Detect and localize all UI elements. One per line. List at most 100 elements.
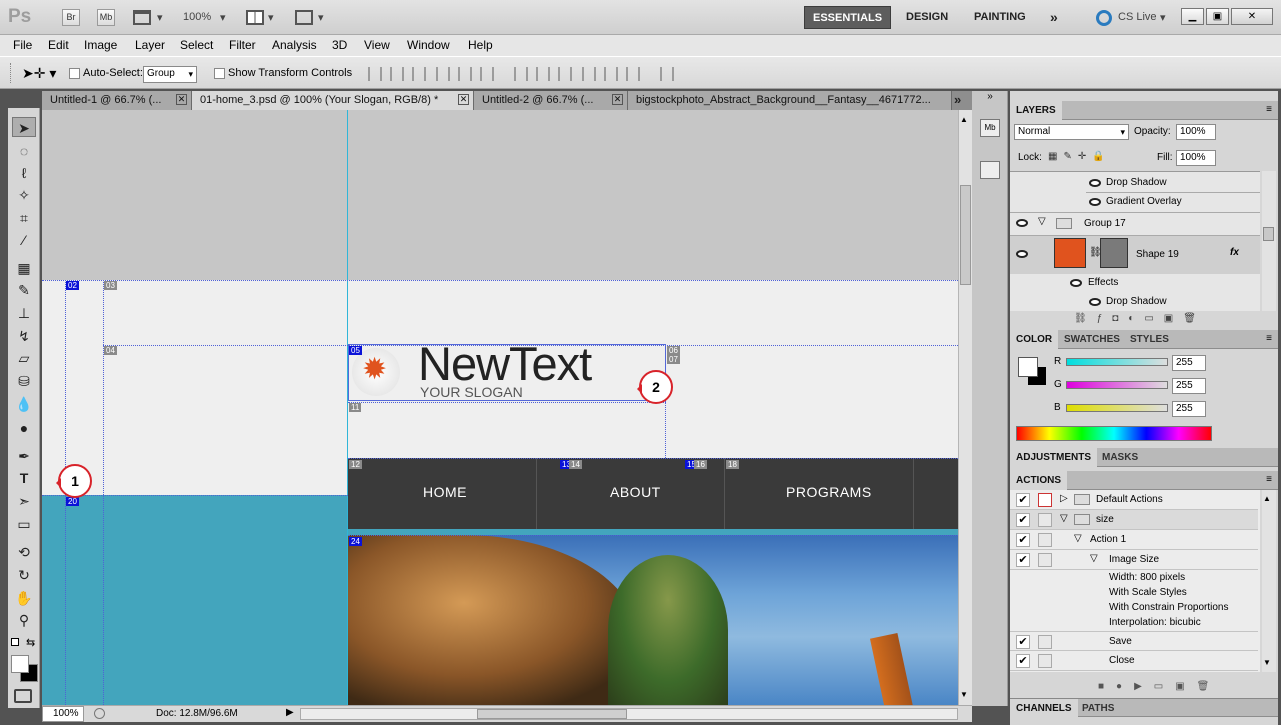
arrange-chevron-icon[interactable]: ▾: [268, 11, 274, 24]
marquee-tool-icon[interactable]: ◌: [12, 141, 36, 161]
align-vcenter-icon[interactable]: [390, 67, 404, 81]
action-row[interactable]: ✔ ▽ size: [1010, 510, 1258, 530]
cs-live-chevron-icon[interactable]: ▾: [1160, 11, 1166, 24]
type-tool-icon[interactable]: T: [12, 468, 36, 488]
eraser-tool-icon[interactable]: ▱: [12, 348, 36, 368]
channel-r-slider[interactable]: [1066, 358, 1168, 366]
healing-tool-icon[interactable]: ▦: [12, 258, 36, 278]
scroll-up-icon[interactable]: ▲: [1263, 494, 1271, 503]
slice-badge[interactable]: 20: [66, 497, 79, 506]
layers-scroll-thumb[interactable]: [1263, 227, 1274, 241]
fill-input[interactable]: 100%: [1176, 150, 1216, 166]
group-expand-icon[interactable]: ▽: [1038, 216, 1046, 227]
panel-menu-icon[interactable]: ≡: [1266, 104, 1272, 115]
channel-r-value[interactable]: 255: [1172, 355, 1206, 371]
path-selection-tool-icon[interactable]: ➣: [12, 491, 36, 511]
screen-mode-chevron-icon[interactable]: ▾: [318, 11, 324, 24]
dock-expand-icon[interactable]: »: [976, 91, 1004, 102]
align-left-icon[interactable]: [436, 67, 450, 81]
tab-masks[interactable]: MASKS: [1096, 448, 1144, 467]
action-dialog-toggle[interactable]: [1038, 654, 1052, 668]
horizontal-scrollbar[interactable]: [300, 708, 958, 720]
close-tab-icon[interactable]: ✕: [458, 94, 469, 105]
align-top-icon[interactable]: [368, 67, 382, 81]
workspace-essentials[interactable]: ESSENTIALS: [804, 6, 892, 29]
blend-mode-select[interactable]: Normal ▾: [1014, 124, 1129, 140]
dodge-tool-icon[interactable]: ●: [12, 418, 36, 438]
foreground-color-swatch[interactable]: [11, 655, 29, 673]
distribute-bottom-icon[interactable]: [558, 67, 572, 81]
expand-icon[interactable]: ▷: [1060, 493, 1068, 504]
slice-badge[interactable]: 11: [349, 403, 362, 412]
menu-select[interactable]: Select: [180, 38, 213, 52]
align-bottom-icon[interactable]: [412, 67, 426, 81]
distribute-vcenter-icon[interactable]: [536, 67, 550, 81]
action-enabled-check[interactable]: ✔: [1016, 513, 1030, 527]
clone-stamp-tool-icon[interactable]: ⊥: [12, 303, 36, 323]
eye-icon[interactable]: [1089, 298, 1101, 306]
slice-badge[interactable]: 07: [667, 355, 680, 364]
action-row[interactable]: ✔ Save: [1010, 631, 1258, 651]
eye-icon[interactable]: [1016, 219, 1028, 227]
color-spectrum-bar[interactable]: [1016, 426, 1212, 441]
eye-icon[interactable]: [1089, 179, 1101, 187]
collapse-icon[interactable]: ▽: [1060, 513, 1068, 524]
action-enabled-check[interactable]: ✔: [1016, 553, 1030, 567]
more-workspaces-icon[interactable]: »: [1042, 6, 1066, 29]
layer-effect-drop-shadow[interactable]: Drop Shadow: [1106, 177, 1167, 188]
tab-untitled-1[interactable]: Untitled-1 @ 66.7% (... ✕: [42, 91, 192, 110]
brush-tool-icon[interactable]: ✎: [12, 280, 36, 300]
move-tool-icon[interactable]: ➤: [12, 117, 36, 137]
action-dialog-toggle[interactable]: [1038, 533, 1052, 547]
menu-filter[interactable]: Filter: [229, 38, 256, 52]
mini-bridge-button[interactable]: Mb: [97, 9, 115, 26]
actions-scrollbar[interactable]: ▲ ▼: [1262, 490, 1276, 672]
cs-live-icon[interactable]: [1096, 10, 1112, 26]
status-info-icon[interactable]: [94, 708, 105, 719]
menu-edit[interactable]: Edit: [48, 38, 69, 52]
nav-home[interactable]: HOME: [423, 484, 467, 500]
slice-badge[interactable]: 24: [349, 537, 362, 546]
action-enabled-check[interactable]: ✔: [1016, 493, 1030, 507]
paint-bucket-tool-icon[interactable]: ⛁: [12, 371, 36, 391]
layers-footer-icons[interactable]: ⛓ƒ◘◐▭▣🗑: [1074, 313, 1206, 324]
rectangle-tool-icon[interactable]: ▭: [12, 514, 36, 534]
slice-badge[interactable]: 14: [569, 460, 582, 469]
move-tool-preset-icon[interactable]: ➤✛ ▾: [22, 65, 56, 82]
status-menu-icon[interactable]: ▶: [286, 707, 294, 718]
tab-untitled-2[interactable]: Untitled-2 @ 66.7% (... ✕: [474, 91, 628, 110]
slice-badge[interactable]: 05: [349, 346, 362, 355]
blur-tool-icon[interactable]: 💧: [12, 394, 36, 414]
actions-footer-icons[interactable]: ■●▶▭▣🗑: [1098, 681, 1221, 692]
layer-effect-gradient-overlay[interactable]: Gradient Overlay: [1106, 196, 1182, 207]
cs-live-label[interactable]: CS Live: [1118, 11, 1157, 23]
close-tab-icon[interactable]: ✕: [176, 94, 187, 105]
distribute-hcenter-icon[interactable]: [604, 67, 618, 81]
tab-swatches[interactable]: SWATCHES: [1058, 330, 1126, 349]
slice-badge[interactable]: 02: [66, 281, 79, 290]
zoom-tool-icon[interactable]: ⚲: [12, 610, 36, 630]
vertical-scrollbar[interactable]: ▲ ▼: [958, 110, 972, 705]
channel-g-slider[interactable]: [1066, 381, 1168, 389]
distribute-left-icon[interactable]: [582, 67, 596, 81]
tab-01-home-3[interactable]: 01-home_3.psd @ 100% (Your Slogan, RGB/8…: [192, 91, 474, 110]
restore-button[interactable]: ▣: [1206, 8, 1229, 25]
align-right-icon[interactable]: [480, 67, 494, 81]
collapse-icon[interactable]: ▽: [1074, 533, 1082, 544]
panel-menu-icon[interactable]: ≡: [1266, 333, 1272, 344]
channel-b-value[interactable]: 255: [1172, 401, 1206, 417]
lasso-tool-icon[interactable]: ℓ: [12, 163, 36, 183]
tab-adjustments[interactable]: ADJUSTMENTS: [1010, 448, 1098, 467]
slice-badge[interactable]: 06: [667, 346, 680, 355]
zoom-level[interactable]: 100%: [183, 11, 211, 23]
menu-image[interactable]: Image: [84, 38, 117, 52]
scroll-up-icon[interactable]: ▲: [960, 115, 968, 124]
extras-icon[interactable]: [133, 10, 151, 25]
menu-3d[interactable]: 3D: [332, 38, 347, 52]
history-brush-tool-icon[interactable]: ↯: [12, 326, 36, 346]
layers-scrollbar[interactable]: [1262, 171, 1276, 311]
fx-icon[interactable]: fx: [1230, 247, 1239, 258]
nav-programs[interactable]: PROGRAMS: [786, 484, 872, 500]
eye-icon[interactable]: [1089, 198, 1101, 206]
tab-bigstockphoto[interactable]: bigstockphoto_Abstract_Background__Fanta…: [628, 91, 952, 110]
